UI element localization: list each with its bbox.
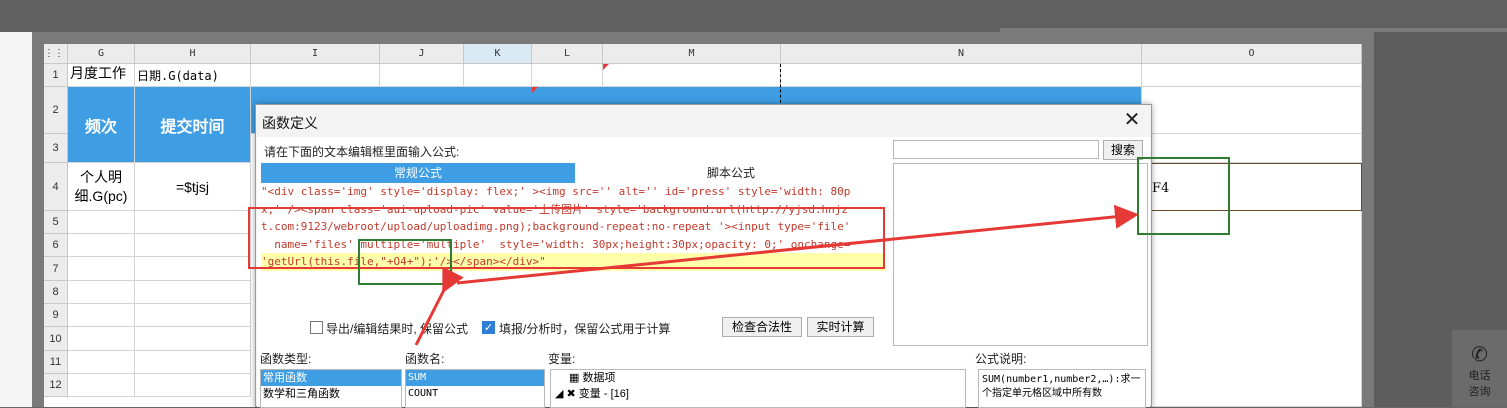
annotation-arrow [456, 204, 1139, 285]
annotation-arrows [414, 204, 1139, 346]
annotation-arrow [414, 266, 464, 346]
